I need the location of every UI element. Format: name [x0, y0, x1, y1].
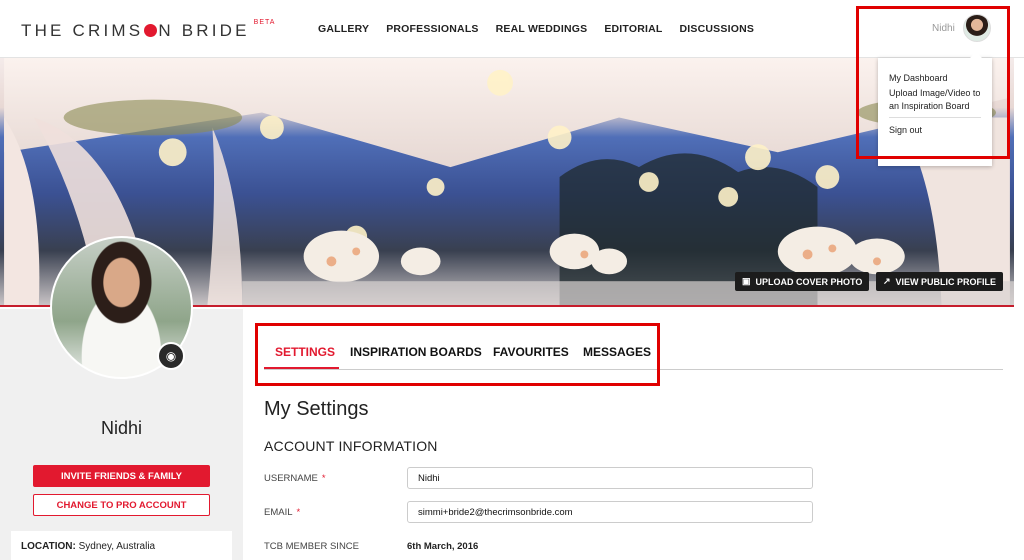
logo-text-end: N BRIDE	[158, 21, 250, 40]
menu-upload-inspiration[interactable]: Upload Image/Video to an Inspiration Boa…	[889, 87, 981, 113]
member-since-value: 6th March, 2016	[407, 541, 479, 552]
external-link-icon: ↗	[883, 276, 891, 286]
location-label: LOCATION:	[21, 541, 76, 552]
username-label: USERNAME *	[264, 473, 326, 484]
location-value: Sydney, Australia	[78, 541, 156, 552]
menu-my-dashboard[interactable]: My Dashboard	[889, 72, 981, 85]
username-field[interactable]	[407, 467, 813, 489]
nav-editorial[interactable]: EDITORIAL	[604, 23, 662, 35]
site-logo[interactable]: THE CRIMS N BRIDE BETA	[21, 19, 276, 41]
active-tab-indicator	[264, 367, 339, 369]
tab-inspiration-boards[interactable]: INSPIRATION BOARDS	[350, 345, 482, 359]
profile-tabs: SETTINGS INSPIRATION BOARDS FAVOURITES M…	[264, 338, 1003, 370]
nav-discussions[interactable]: DISCUSSIONS	[680, 23, 755, 35]
menu-sign-out[interactable]: Sign out	[889, 124, 981, 137]
email-label-text: EMAIL	[264, 507, 293, 518]
user-menu-dropdown: My Dashboard Upload Image/Video to an In…	[878, 52, 992, 166]
main-nav: GALLERY PROFESSIONALS REAL WEDDINGS EDIT…	[318, 23, 771, 35]
required-marker: *	[296, 507, 301, 518]
header-user-name[interactable]: Nidhi	[932, 23, 955, 34]
email-field[interactable]	[407, 501, 813, 523]
location-card: LOCATION: Sydney, Australia	[11, 531, 232, 560]
section-heading: ACCOUNT INFORMATION	[264, 438, 438, 454]
menu-divider	[889, 117, 981, 118]
view-public-profile-label: VIEW PUBLIC PROFILE	[895, 276, 997, 287]
page-title: My Settings	[264, 398, 369, 420]
profile-name: Nidhi	[100, 418, 143, 438]
beta-badge: BETA	[253, 19, 276, 27]
logo-text: THE CRIMS	[21, 21, 144, 40]
required-marker: *	[321, 473, 326, 484]
username-label-text: USERNAME	[264, 473, 318, 484]
tab-messages[interactable]: MESSAGES	[583, 345, 651, 359]
view-public-profile-button[interactable]: ↗ VIEW PUBLIC PROFILE	[876, 272, 1004, 291]
dropdown-caret	[970, 52, 982, 58]
camera-icon[interactable]: ◉	[157, 342, 185, 370]
upload-cover-photo-button[interactable]: ▣ UPLOAD COVER PHOTO	[735, 272, 870, 291]
upload-cover-photo-label: UPLOAD COVER PHOTO	[755, 276, 863, 287]
invite-friends-button[interactable]: INVITE FRIENDS & FAMILY	[33, 465, 210, 487]
site-header: THE CRIMS N BRIDE BETA GALLERY PROFESSIONA…	[0, 0, 1024, 58]
header-avatar[interactable]	[963, 14, 991, 42]
nav-gallery[interactable]: GALLERY	[318, 23, 369, 35]
logo-dot	[144, 24, 158, 37]
email-label: EMAIL *	[264, 507, 300, 518]
tab-favourites[interactable]: FAVOURITES	[493, 345, 569, 359]
change-to-pro-button[interactable]: CHANGE TO PRO ACCOUNT	[33, 494, 210, 516]
member-since-label: TCB MEMBER SINCE	[264, 541, 360, 552]
nav-real-weddings[interactable]: REAL WEDDINGS	[496, 23, 588, 35]
nav-professionals[interactable]: PROFESSIONALS	[386, 23, 478, 35]
image-icon: ▣	[742, 276, 751, 286]
tab-settings[interactable]: SETTINGS	[275, 345, 335, 359]
